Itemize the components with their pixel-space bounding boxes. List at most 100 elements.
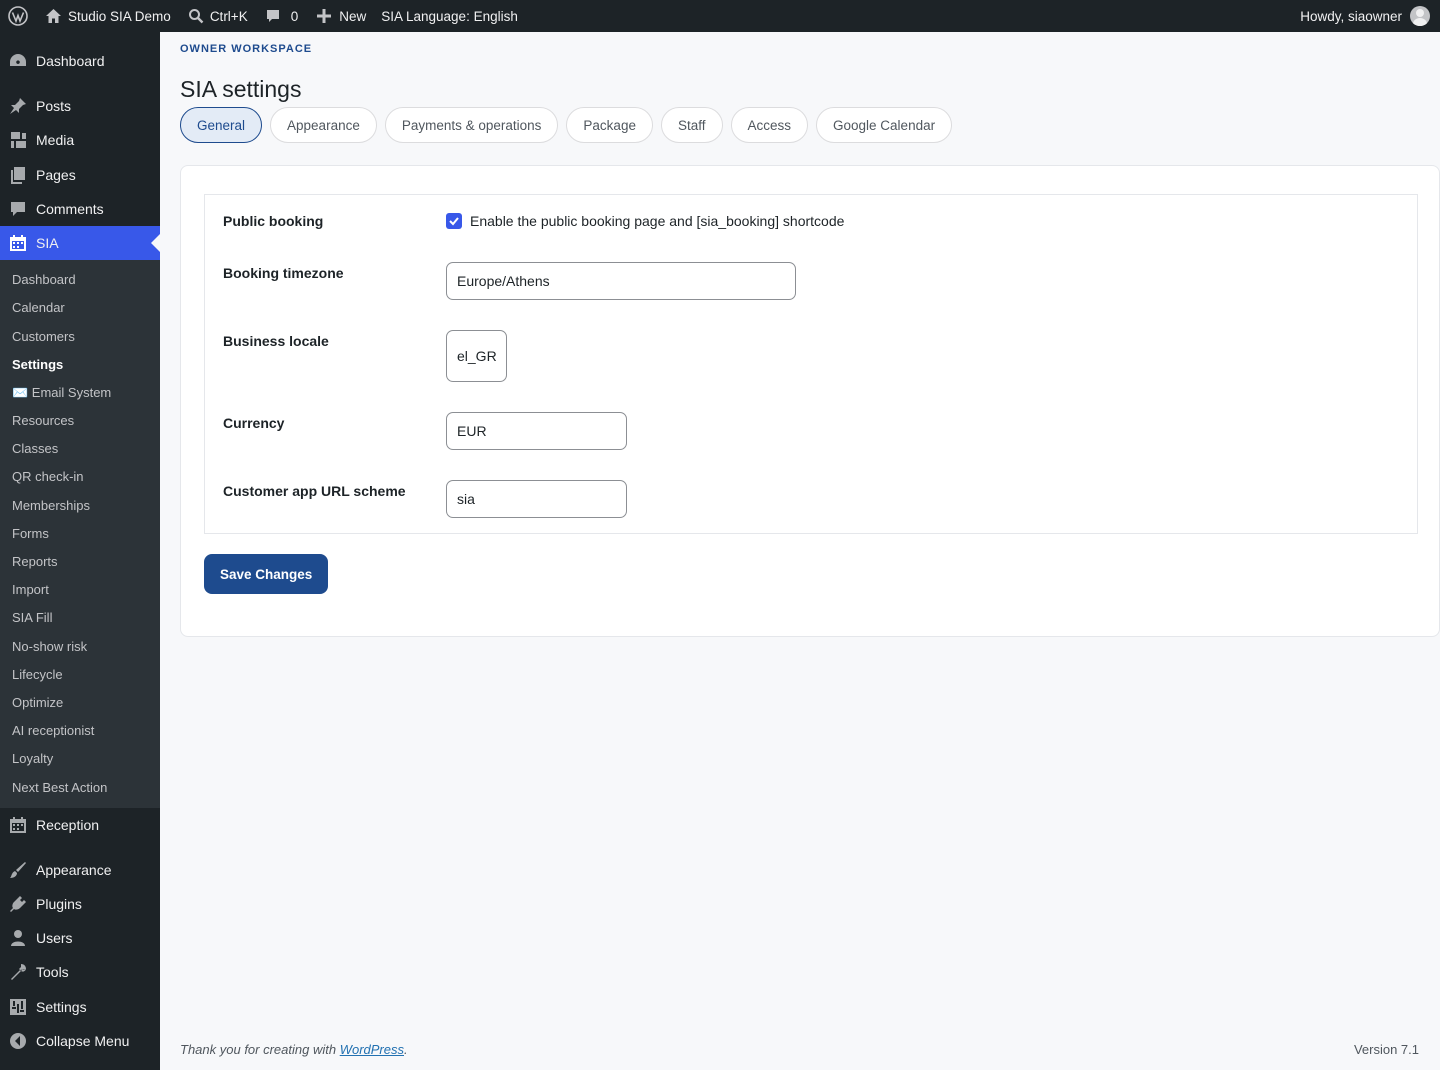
submenu-memberships[interactable]: Memberships [12, 496, 90, 516]
save-changes-button[interactable]: Save Changes [204, 554, 329, 594]
admin-sidebar: Dashboard Posts Media Pages Comments SIA… [0, 32, 160, 1070]
plus-icon [317, 9, 332, 23]
submenu-customers[interactable]: Customers [12, 327, 75, 347]
footer-thanks: Thank you for creating with WordPress. [180, 1042, 408, 1057]
wrench-icon [11, 964, 26, 980]
tab-payments-operations[interactable]: Payments & operations [384, 107, 559, 143]
tab-general[interactable]: General [180, 107, 263, 143]
menu-media[interactable]: Media [0, 123, 160, 157]
submenu-no-show-risk[interactable]: No-show risk [12, 637, 87, 657]
submenu-calendar[interactable]: Calendar [12, 298, 65, 318]
submenu-sia-fill[interactable]: SIA Fill [12, 608, 52, 628]
collapse-menu-button[interactable]: Collapse Menu [0, 1024, 160, 1058]
menu-settings[interactable]: Settings [0, 990, 160, 1024]
shortcut-label: Ctrl+K [209, 8, 248, 24]
tab-access[interactable]: Access [730, 107, 809, 143]
menu-label: Settings [36, 999, 87, 1015]
calendar-icon [10, 817, 26, 833]
submenu-settings[interactable]: Settings [12, 355, 63, 375]
footer-version: Version 7.1 [1353, 1042, 1419, 1057]
tab-package[interactable]: Package [566, 107, 653, 143]
comment-icon [11, 202, 25, 216]
media-icon [11, 132, 26, 148]
wordpress-logo-button[interactable] [0, 0, 35, 32]
menu-posts[interactable]: Posts [0, 89, 160, 123]
page-title: SIA settings [180, 76, 302, 102]
menu-label: Reception [36, 817, 100, 833]
command-palette-button[interactable]: Ctrl+K [178, 0, 255, 32]
public-booking-checkbox[interactable] [446, 213, 462, 229]
language-switcher[interactable]: SIA Language: English [373, 0, 525, 32]
submenu-classes[interactable]: Classes [12, 439, 58, 459]
tab-appearance[interactable]: Appearance [270, 107, 377, 143]
howdy-label: Howdy, siaowner [1300, 8, 1402, 24]
menu-comments[interactable]: Comments [0, 192, 160, 226]
calendar-icon [10, 235, 26, 251]
submenu-forms[interactable]: Forms [12, 524, 49, 544]
menu-label: Posts [36, 98, 72, 114]
pin-icon [10, 98, 26, 114]
menu-label: Media [36, 132, 75, 148]
general-settings-form: Public booking Enable the public booking… [204, 194, 1418, 534]
search-icon [188, 9, 204, 24]
timezone-input[interactable]: Europe/Athens [446, 262, 796, 300]
url-scheme-input[interactable]: sia [446, 480, 627, 518]
menu-tools[interactable]: Tools [0, 955, 160, 989]
menu-label: Tools [36, 964, 69, 980]
submenu-qr-check-in[interactable]: QR check-in [12, 467, 84, 487]
menu-appearance[interactable]: Appearance [0, 853, 160, 887]
menu-label: Comments [36, 201, 104, 217]
menu-label: Users [36, 930, 73, 946]
submenu-loyalty[interactable]: Loyalty [12, 749, 53, 769]
comment-icon [266, 10, 279, 22]
submenu-reports[interactable]: Reports [12, 552, 58, 572]
submenu-next-best-action[interactable]: Next Best Action [12, 778, 107, 798]
language-label: SIA Language: English [381, 8, 518, 24]
comments-link[interactable]: 0 [255, 0, 306, 32]
checkmark-icon [449, 217, 459, 226]
gauge-icon [10, 54, 26, 66]
footer-thanks-prefix: Thank you for creating with [180, 1042, 340, 1057]
timezone-label: Booking timezone [223, 265, 344, 281]
menu-users[interactable]: Users [0, 921, 160, 955]
wordpress-link[interactable]: WordPress [340, 1042, 404, 1057]
menu-label: Collapse Menu [36, 1033, 130, 1049]
submenu-lifecycle[interactable]: Lifecycle [12, 665, 63, 685]
account-menu[interactable]: Howdy, siaowner [1300, 0, 1430, 32]
locale-input[interactable]: el_GR [446, 330, 507, 382]
submenu-email-system[interactable]: ✉️ Email System [12, 383, 111, 403]
submenu-resources[interactable]: Resources [12, 411, 74, 431]
settings-card: Public booking Enable the public booking… [180, 165, 1440, 637]
comments-count: 0 [290, 8, 299, 24]
settings-tabs: General Appearance Payments & operations… [180, 107, 953, 143]
menu-plugins[interactable]: Plugins [0, 887, 160, 921]
menu-dashboard[interactable]: Dashboard [0, 44, 160, 78]
submenu-optimize[interactable]: Optimize [12, 693, 63, 713]
collapse-icon [10, 1033, 26, 1049]
site-name-link[interactable]: Studio SIA Demo [35, 0, 178, 32]
url-scheme-label: Customer app URL scheme [223, 483, 406, 499]
menu-sia[interactable]: SIA [0, 226, 160, 260]
wordpress-logo-icon [8, 6, 28, 26]
pages-icon [11, 167, 25, 184]
menu-reception[interactable]: Reception [0, 808, 160, 842]
tab-staff[interactable]: Staff [660, 107, 723, 143]
menu-label: Appearance [36, 862, 112, 878]
public-booking-row: Enable the public booking page and [sia_… [446, 213, 844, 229]
locale-label: Business locale [223, 333, 329, 349]
user-icon [11, 930, 25, 946]
currency-input[interactable]: EUR [446, 412, 627, 450]
brush-icon [10, 862, 26, 878]
submenu-ai-receptionist[interactable]: AI receptionist [12, 721, 94, 741]
currency-label: Currency [223, 415, 285, 431]
menu-pages[interactable]: Pages [0, 158, 160, 192]
admin-bar: Studio SIA Demo Ctrl+K 0 New SIA Languag… [0, 0, 1440, 32]
sia-submenu: Dashboard Calendar Customers Settings ✉️… [0, 260, 160, 808]
submenu-import[interactable]: Import [12, 580, 49, 600]
new-content-button[interactable]: New [305, 0, 373, 32]
tab-google-calendar[interactable]: Google Calendar [816, 107, 953, 143]
submenu-dashboard[interactable]: Dashboard [12, 270, 76, 290]
avatar [1410, 6, 1430, 26]
public-booking-checkbox-label[interactable]: Enable the public booking page and [sia_… [470, 213, 844, 229]
menu-label: SIA [36, 235, 59, 251]
